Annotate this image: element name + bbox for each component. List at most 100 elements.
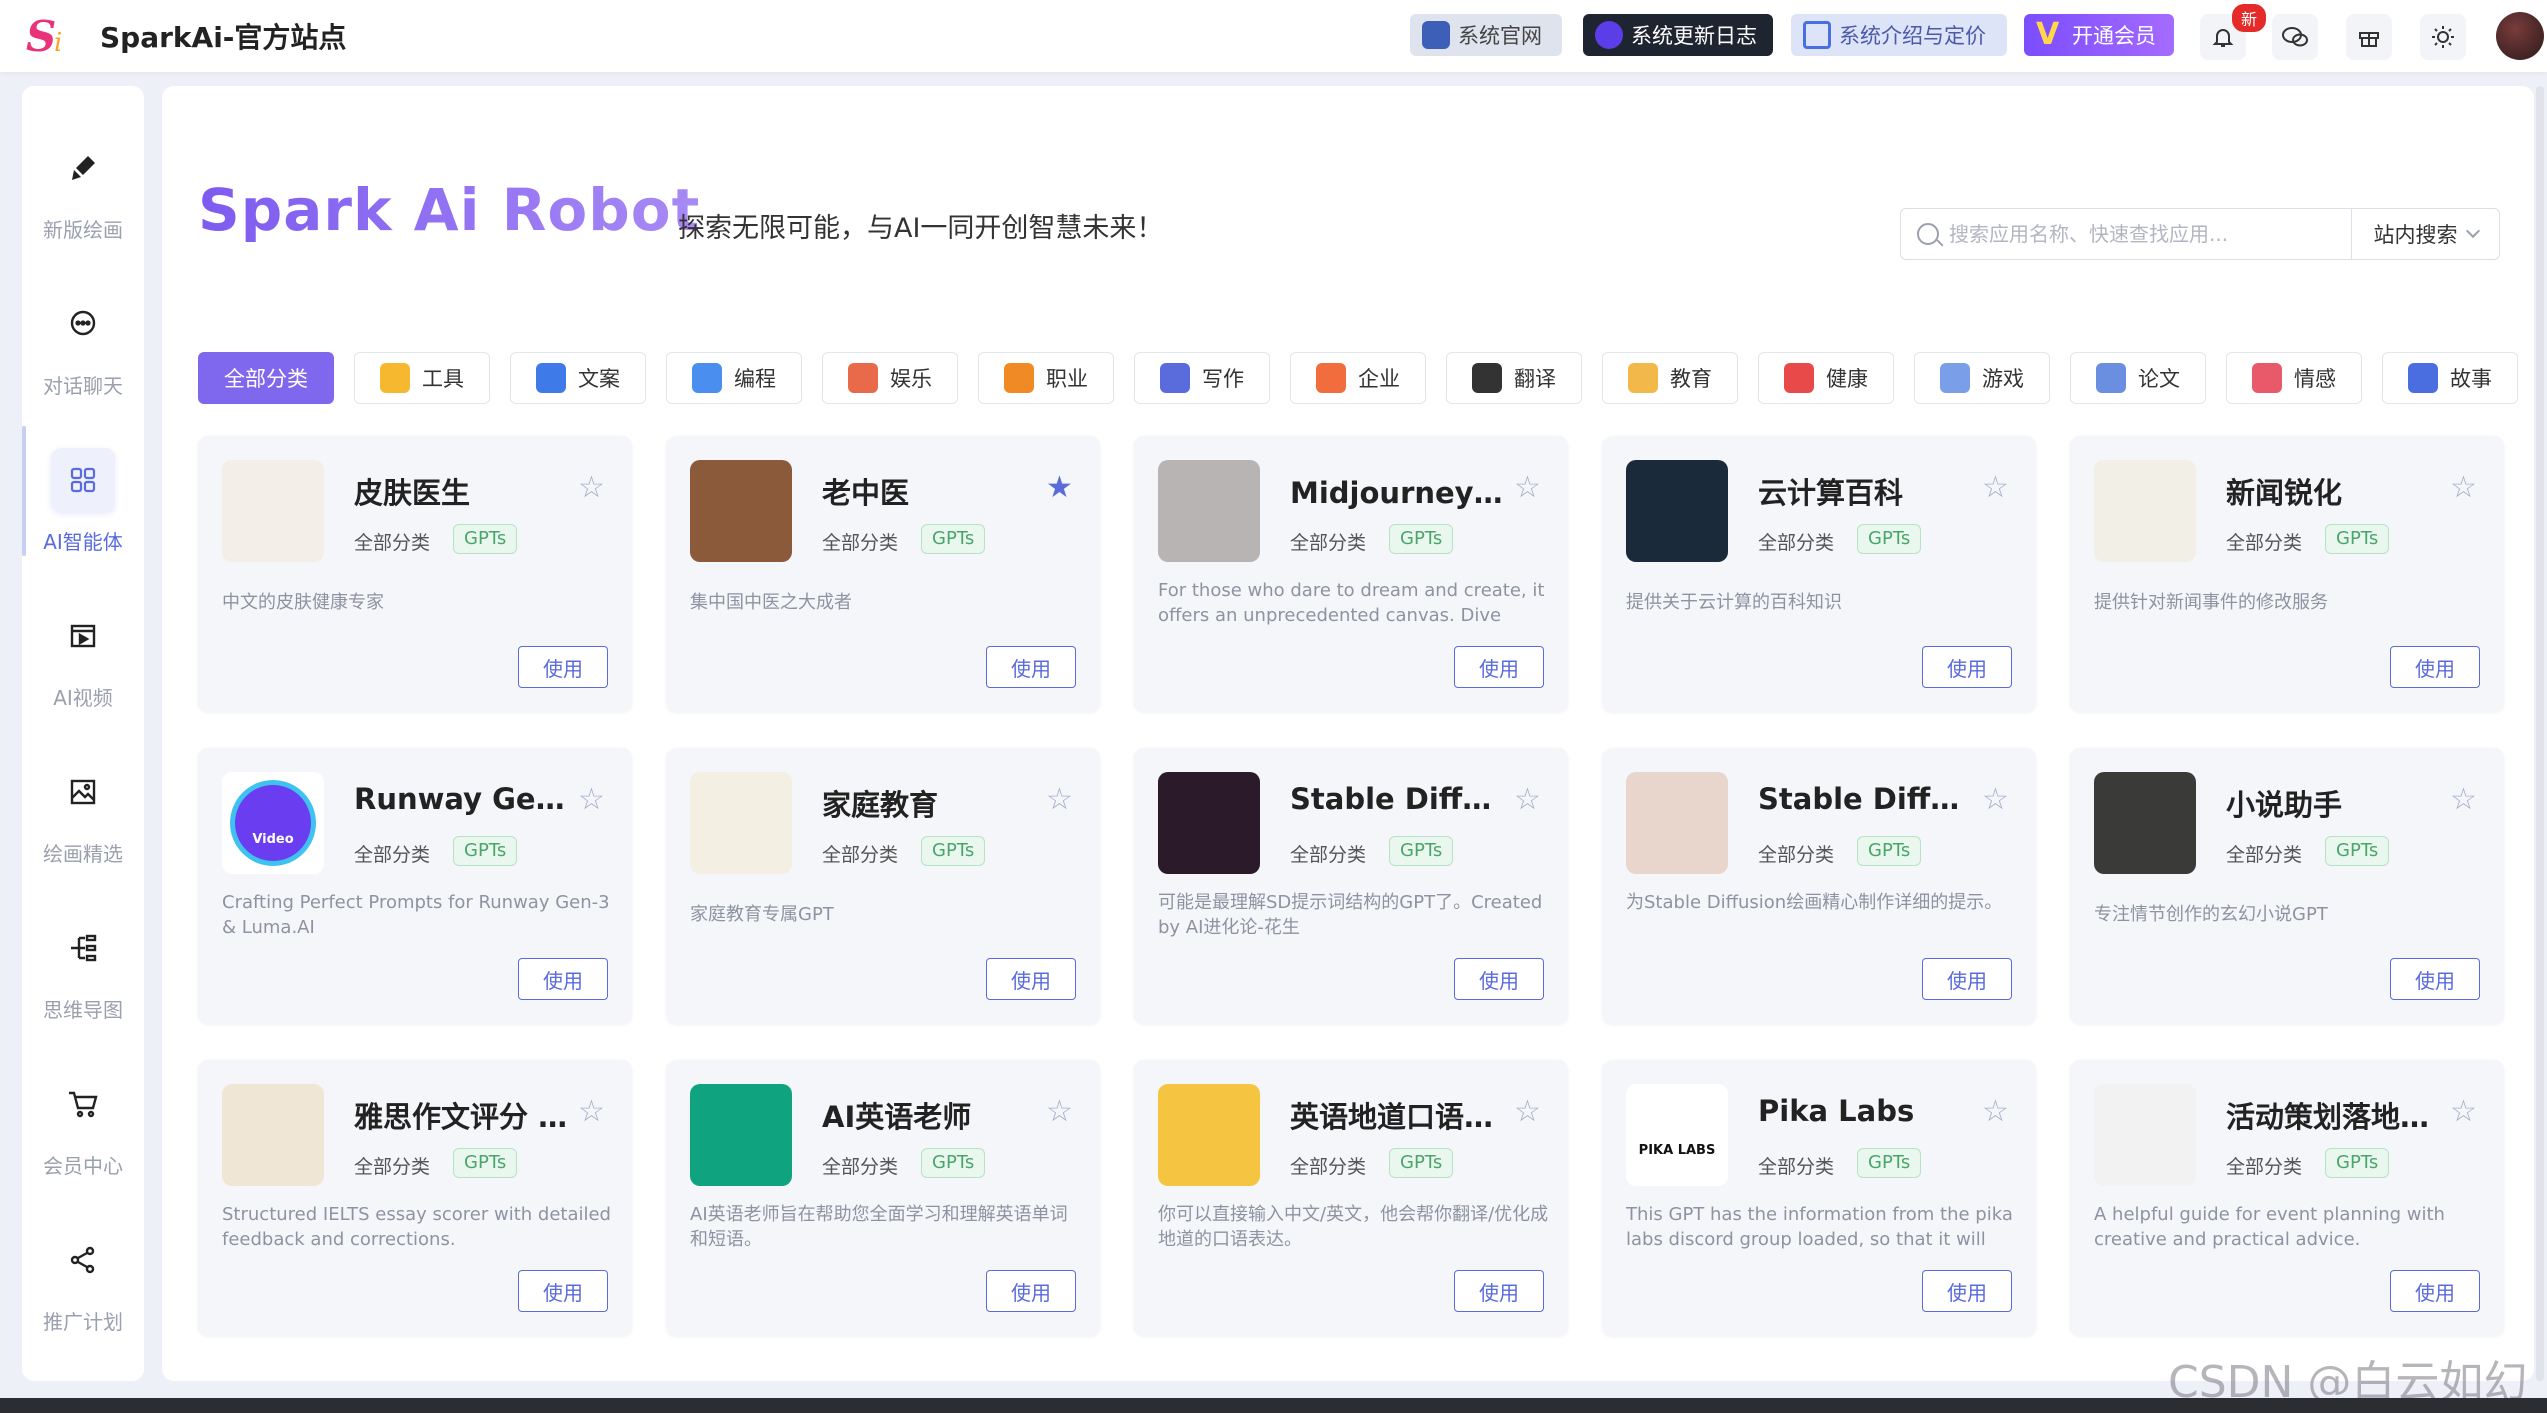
use-button[interactable]: 使用 [1454,646,1544,688]
category-tab[interactable]: 企业 [1290,352,1426,404]
sidebar-item-gallery[interactable]: 绘画精选 [22,740,144,880]
category-tab[interactable]: 娱乐 [822,352,958,404]
favorite-star-icon[interactable]: ☆ [1982,470,2009,505]
sidebar-item-drawing[interactable]: 新版绘画 [22,116,144,256]
category-tab[interactable]: 文案 [510,352,646,404]
category-label: 写作 [1202,367,1244,391]
vip-icon: V [2036,17,2060,52]
favorite-star-icon[interactable]: ☆ [578,470,605,505]
category-tab[interactable]: 全部分类 [198,352,334,404]
official-site-button[interactable]: 系统官网 [1410,14,1562,56]
agent-category: 全部分类 [1290,532,1367,554]
agent-card[interactable]: Video Runway Gen3... ☆ 全部分类 GPTs Crafting Per… [198,748,632,1024]
sidebar-item-promotion[interactable]: 推广计划 [22,1208,144,1348]
use-button[interactable]: 使用 [2390,646,2480,688]
agent-card[interactable]: AI英语老师 ☆ 全部分类 GPTs AI英语老师旨在帮助您全面学习和理解英语单词和短语… [666,1060,1100,1336]
agent-card[interactable]: 皮肤医生 ☆ 全部分类 GPTs 中文的皮肤健康专家 使用 [198,436,632,712]
category-tab[interactable]: 健康 [1758,352,1894,404]
agent-card[interactable]: 英语地道口语转... ☆ 全部分类 GPTs 你可以直接输入中文/英文，他会帮你翻译/优… [1134,1060,1568,1336]
sidebar-item-chat[interactable]: 对话聊天 [22,272,144,412]
search-scope-select[interactable]: 站内搜索 [2351,209,2499,259]
category-tab[interactable]: 工具 [354,352,490,404]
use-button[interactable]: 使用 [1454,1270,1544,1312]
agent-category: 全部分类 [822,1156,899,1178]
agent-description: 提供关于云计算的百科知识 [1626,592,1842,613]
use-button[interactable]: 使用 [2390,958,2480,1000]
use-button[interactable]: 使用 [518,646,608,688]
sidebar-item-member[interactable]: 会员中心 [22,1052,144,1192]
favorite-star-icon[interactable]: ☆ [1514,1094,1541,1129]
update-log-button[interactable]: 系统更新日志 [1583,14,1773,56]
use-button[interactable]: 使用 [2390,1270,2480,1312]
gpts-tag: GPTs [1857,524,1922,554]
wechat-icon[interactable] [2272,14,2318,60]
category-tab[interactable]: 情感 [2226,352,2362,404]
category-label: 工具 [422,367,464,391]
use-button[interactable]: 使用 [986,1270,1076,1312]
sidebar-item-mindmap[interactable]: 思维导图 [22,896,144,1036]
agent-card[interactable]: 活动策划落地专家 ☆ 全部分类 GPTs A helpful guide for eve… [2070,1060,2504,1336]
agent-card[interactable]: PIKA LABS Pika Labs ☆ 全部分类 GPTs This GPT has … [1602,1060,2036,1336]
agent-card[interactable]: 雅思作文评分 ... ☆ 全部分类 GPTs Structured IELTS essa… [198,1060,632,1336]
gpts-tag: GPTs [1389,836,1454,866]
thumbnail-text: Video [235,785,311,861]
category-label: 游戏 [1982,367,2024,391]
scrollbar[interactable] [2536,86,2544,1381]
agent-description: A helpful guide for event planning with … [2094,1204,2445,1250]
spark-logo-icon[interactable]: S i [26,13,80,59]
favorite-star-icon[interactable]: ☆ [578,782,605,817]
gift-icon[interactable] [2346,14,2392,60]
category-tab[interactable]: 故事 [2382,352,2518,404]
agent-card[interactable]: 家庭教育 ☆ 全部分类 GPTs 家庭教育专属GPT 使用 [666,748,1100,1024]
gpts-tag: GPTs [1857,1148,1922,1178]
agent-card[interactable]: 老中医 ★ 全部分类 GPTs 集中国中医之大成者 使用 [666,436,1100,712]
agent-card[interactable]: 云计算百科 ☆ 全部分类 GPTs 提供关于云计算的百科知识 使用 [1602,436,2036,712]
category-tab[interactable]: 游戏 [1914,352,2050,404]
category-tab[interactable]: 翻译 [1446,352,1582,404]
agent-title: Midjourney宝... [1290,476,1504,510]
use-button[interactable]: 使用 [1922,1270,2012,1312]
agent-card[interactable]: Stable Diffusi... ☆ 全部分类 GPTs 为Stable Diffus… [1602,748,2036,1024]
agent-card[interactable]: 新闻锐化 ☆ 全部分类 GPTs 提供针对新闻事件的修改服务 使用 [2070,436,2504,712]
agent-description: 提供针对新闻事件的修改服务 [2094,592,2328,613]
search-input[interactable] [1949,217,2309,251]
vip-button[interactable]: V 开通会员 [2024,14,2174,56]
favorite-star-icon[interactable]: ☆ [1982,782,2009,817]
agent-card[interactable]: Midjourney宝... ☆ 全部分类 GPTs For those who dar… [1134,436,1568,712]
intro-pricing-button[interactable]: 系统介绍与定价 [1791,14,2007,56]
favorite-star-icon[interactable]: ☆ [2450,1094,2477,1129]
category-tab[interactable]: 编程 [666,352,802,404]
agent-thumbnail [1626,772,1728,874]
use-button[interactable]: 使用 [986,958,1076,1000]
use-button[interactable]: 使用 [986,646,1076,688]
sidebar-item-video[interactable]: AI视频 [22,584,144,724]
agent-card[interactable]: 小说助手 ☆ 全部分类 GPTs 专注情节创作的玄幻小说GPT 使用 [2070,748,2504,1024]
agent-description: 专注情节创作的玄幻小说GPT [2094,904,2328,925]
use-button[interactable]: 使用 [1922,958,2012,1000]
use-button[interactable]: 使用 [1454,958,1544,1000]
agent-title: 英语地道口语转... [1290,1100,1504,1134]
category-tab[interactable]: 写作 [1134,352,1270,404]
category-tab[interactable]: 论文 [2070,352,2206,404]
favorite-star-icon[interactable]: ☆ [1982,1094,2009,1129]
cart-icon [51,1072,115,1136]
favorite-star-icon[interactable]: ☆ [1514,782,1541,817]
favorite-star-icon[interactable]: ☆ [2450,782,2477,817]
use-button[interactable]: 使用 [518,958,608,1000]
category-tab[interactable]: 职业 [978,352,1114,404]
sidebar-item-agents[interactable]: AI智能体 [22,428,144,568]
favorite-star-icon[interactable]: ☆ [2450,470,2477,505]
favorite-star-icon[interactable]: ☆ [1514,470,1541,505]
favorite-star-icon[interactable]: ★ [1046,470,1073,505]
avatar[interactable] [2496,12,2544,60]
agent-title: Pika Labs [1758,1094,1915,1128]
use-button[interactable]: 使用 [518,1270,608,1312]
agent-title: Stable Diffusi... [1758,782,1972,816]
agent-card[interactable]: Stable Diffusi... ☆ 全部分类 GPTs 可能是最理解SD提示词结构的… [1134,748,1568,1024]
use-button[interactable]: 使用 [1922,646,2012,688]
favorite-star-icon[interactable]: ☆ [578,1094,605,1129]
favorite-star-icon[interactable]: ☆ [1046,782,1073,817]
favorite-star-icon[interactable]: ☆ [1046,1094,1073,1129]
category-tab[interactable]: 教育 [1602,352,1738,404]
sun-icon[interactable] [2420,14,2466,60]
